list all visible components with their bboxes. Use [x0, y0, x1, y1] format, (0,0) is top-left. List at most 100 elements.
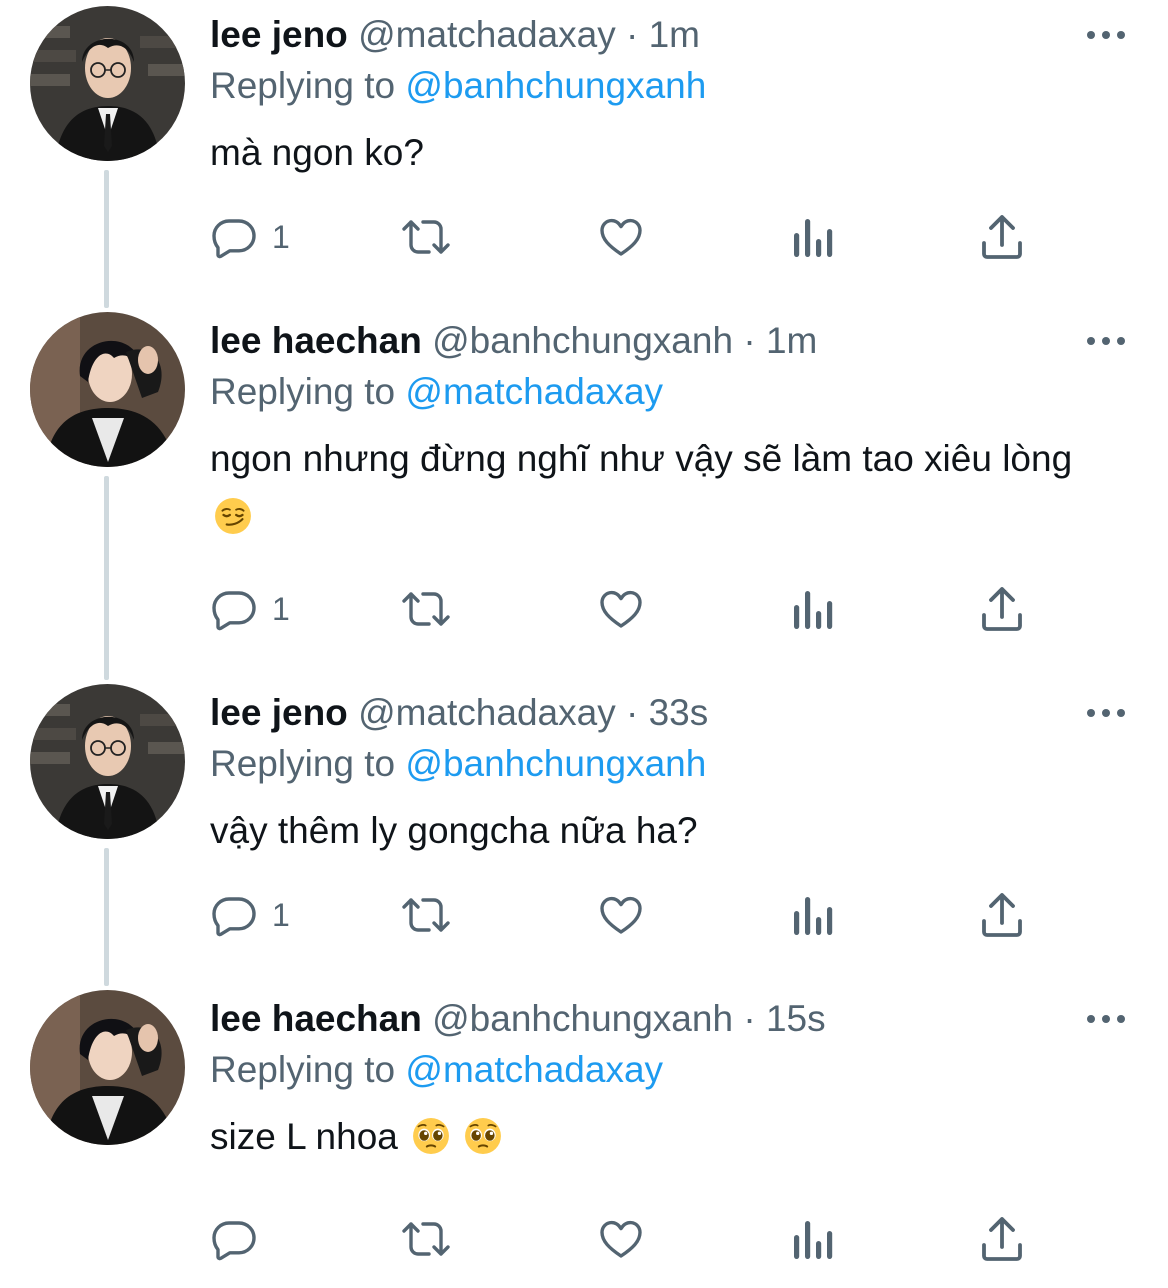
tweet-text: mà ngon ko? [210, 124, 1110, 182]
action-bar: 1 [210, 890, 1040, 940]
timestamp[interactable]: 1m [649, 14, 700, 55]
more-options-icon[interactable] [1086, 706, 1126, 720]
separator-dot: · [743, 998, 756, 1039]
display-name[interactable]: lee jeno [210, 692, 348, 733]
like-button[interactable] [596, 212, 646, 262]
analytics-icon [794, 1221, 833, 1259]
display-name[interactable]: lee jeno [210, 14, 348, 55]
replying-to: Replying to @banhchungxanh [210, 739, 706, 789]
tweet-header: lee jeno @matchadaxay · 33s [210, 688, 708, 738]
like-icon [600, 1220, 642, 1258]
mention-link[interactable]: @banhchungxanh [405, 743, 706, 784]
analytics-button[interactable] [790, 212, 834, 262]
more-options-icon[interactable] [1086, 28, 1126, 42]
user-handle[interactable]: @banhchungxanh [432, 320, 733, 361]
retweet-button[interactable] [400, 1214, 452, 1264]
analytics-button[interactable] [790, 890, 834, 940]
more-options-icon[interactable] [1086, 1012, 1126, 1026]
avatar[interactable] [30, 684, 185, 839]
like-icon [600, 590, 642, 628]
mention-link[interactable]: @matchadaxay [405, 371, 663, 412]
tweet-text: size L nhoa [210, 1108, 1110, 1166]
replying-label: Replying to [210, 371, 396, 412]
tweet[interactable]: lee haechan @banhchungxanh · 15s Replyin… [0, 984, 1168, 1284]
retweet-button[interactable] [400, 212, 452, 262]
retweet-icon [402, 898, 450, 932]
tweet[interactable]: lee jeno @matchadaxay · 33s Replying to … [0, 678, 1168, 978]
analytics-button[interactable] [790, 1214, 834, 1264]
display-name[interactable]: lee haechan [210, 998, 422, 1039]
user-handle[interactable]: @banhchungxanh [432, 998, 733, 1039]
mention-link[interactable]: @banhchungxanh [405, 65, 706, 106]
replying-to: Replying to @banhchungxanh [210, 61, 706, 111]
replying-label: Replying to [210, 65, 396, 106]
replying-label: Replying to [210, 743, 396, 784]
retweet-button[interactable] [400, 890, 452, 940]
timestamp[interactable]: 33s [649, 692, 709, 733]
reply-count: 1 [272, 590, 290, 627]
user-handle[interactable]: @matchadaxay [358, 692, 616, 733]
tweet-body: ngon nhưng đừng nghĩ như vậy sẽ làm tao … [210, 438, 1073, 479]
tweet-body: mà ngon ko? [210, 132, 424, 173]
reply-icon [212, 1221, 256, 1261]
reply-icon [212, 219, 256, 259]
avatar[interactable] [30, 6, 185, 161]
avatar[interactable] [30, 312, 185, 467]
reply-button[interactable]: 1 [210, 584, 290, 634]
analytics-button[interactable] [790, 584, 834, 634]
separator-dot: · [743, 320, 756, 361]
tweet-header: lee haechan @banhchungxanh · 15s [210, 994, 826, 1044]
timestamp[interactable]: 15s [766, 998, 826, 1039]
like-icon [600, 218, 642, 256]
tweet-header: lee jeno @matchadaxay · 1m [210, 10, 700, 60]
reply-button[interactable]: 1 [210, 890, 290, 940]
analytics-icon [794, 219, 833, 257]
retweet-icon [402, 1222, 450, 1256]
like-button[interactable] [596, 584, 646, 634]
separator-dot: · [625, 692, 639, 733]
share-icon [982, 215, 1022, 259]
reply-button[interactable]: 1 [210, 212, 290, 262]
reply-count: 1 [272, 896, 290, 933]
reply-button[interactable] [210, 1214, 272, 1264]
share-icon [982, 1217, 1022, 1261]
share-button[interactable] [980, 890, 1024, 940]
share-icon [982, 587, 1022, 631]
share-button[interactable] [980, 1214, 1024, 1264]
share-button[interactable] [980, 212, 1024, 262]
analytics-icon [794, 591, 833, 629]
pleading-face-emoji [465, 1118, 502, 1154]
tweet[interactable]: lee jeno @matchadaxay · 1m Replying to @… [0, 0, 1168, 300]
analytics-icon [794, 897, 833, 935]
pleading-face-emoji [413, 1118, 450, 1154]
more-options-icon[interactable] [1086, 334, 1126, 348]
tweet-body: vậy thêm ly gongcha nữa ha? [210, 810, 698, 851]
reply-icon [212, 897, 256, 937]
retweet-icon [402, 220, 450, 254]
user-handle[interactable]: @matchadaxay [358, 14, 616, 55]
replying-to: Replying to @matchadaxay [210, 367, 663, 417]
tweet-body: size L nhoa [210, 1116, 398, 1157]
like-button[interactable] [596, 890, 646, 940]
mention-link[interactable]: @matchadaxay [405, 1049, 663, 1090]
tweet-text: vậy thêm ly gongcha nữa ha? [210, 802, 1110, 860]
smirking-face-emoji [215, 498, 251, 534]
action-bar [210, 1214, 1040, 1264]
like-icon [600, 896, 642, 934]
like-button[interactable] [596, 1214, 646, 1264]
replying-to: Replying to @matchadaxay [210, 1045, 663, 1095]
separator-dot: · [625, 14, 639, 55]
tweet[interactable]: lee haechan @banhchungxanh · 1m Replying… [0, 306, 1168, 676]
replying-label: Replying to [210, 1049, 396, 1090]
action-bar: 1 [210, 584, 1040, 634]
share-button[interactable] [980, 584, 1024, 634]
avatar[interactable] [30, 990, 185, 1145]
reply-count: 1 [272, 218, 290, 255]
display-name[interactable]: lee haechan [210, 320, 422, 361]
retweet-icon [402, 592, 450, 626]
action-bar: 1 [210, 212, 1040, 262]
reply-icon [212, 591, 256, 631]
tweet-text: ngon nhưng đừng nghĩ như vậy sẽ làm tao … [210, 430, 1090, 546]
retweet-button[interactable] [400, 584, 452, 634]
timestamp[interactable]: 1m [766, 320, 817, 361]
